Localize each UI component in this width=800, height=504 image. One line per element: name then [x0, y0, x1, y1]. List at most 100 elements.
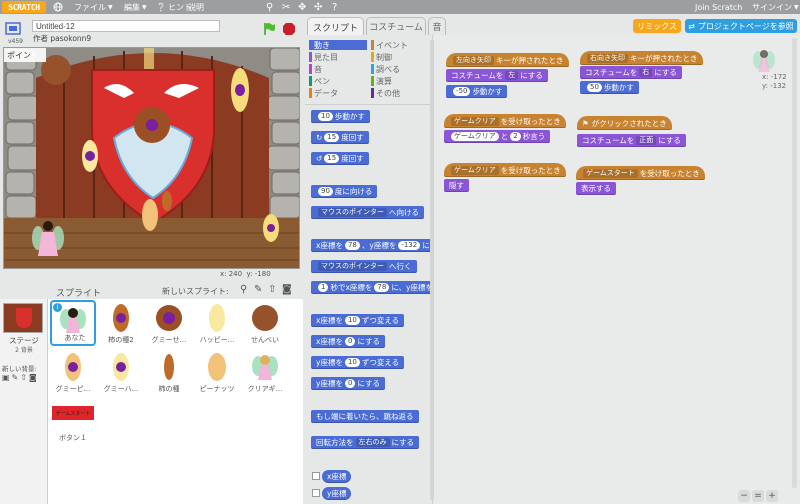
switch-costume-block[interactable]: コスチュームを左にする — [446, 69, 548, 82]
category-motion[interactable]: 動き — [309, 40, 367, 50]
glide-secs-input[interactable]: 1 — [318, 283, 329, 292]
switch-costume-block[interactable]: コスチュームを 正面 にする — [577, 134, 686, 147]
point-direction-block[interactable]: 90 度に向ける — [311, 185, 378, 198]
scripts-scrollbar[interactable] — [792, 38, 797, 488]
backdrop-tools-icons[interactable]: ▣✎⇧◙ — [2, 373, 39, 382]
stop-icon[interactable] — [282, 22, 296, 39]
sprite-tile[interactable]: グミーピ... — [50, 349, 96, 395]
glide-block[interactable]: 1 秒でx座標を 78 に、y座標を — [311, 281, 439, 294]
sprite-library-icon[interactable]: ⚲ — [240, 284, 247, 295]
when-i-receive-hat[interactable]: ゲームスタート を受け取ったとき — [576, 166, 705, 180]
rotation-style-dropdown[interactable]: 左右のみ — [355, 438, 390, 447]
sprite-tile[interactable]: グミーハ... — [98, 349, 144, 395]
when-i-receive-hat[interactable]: ゲームクリア を受け取ったとき — [444, 114, 566, 128]
x-position-checkbox[interactable] — [312, 472, 320, 480]
hide-block[interactable]: 隠す — [444, 179, 469, 192]
category-looks[interactable]: 見た目 — [309, 52, 367, 62]
when-i-receive-hat[interactable]: ゲームクリア を受け取ったとき — [444, 163, 566, 177]
category-events[interactable]: イベント — [371, 40, 429, 50]
message-dropdown[interactable]: ゲームクリア — [451, 116, 499, 126]
sprite-tile[interactable]: せんべい — [242, 300, 288, 346]
change-y-block[interactable]: y座標を 10 ずつ変える — [311, 356, 405, 369]
sprite-tile[interactable]: ゲームスタート ボタン１ — [50, 398, 96, 444]
category-data[interactable]: データ — [309, 88, 367, 98]
x-position-reporter[interactable]: x座標 — [322, 470, 352, 483]
change-y-input[interactable]: 10 — [344, 358, 360, 367]
point-towards-block[interactable]: マウスのポインター へ向ける — [311, 206, 424, 219]
paint-sprite-icon[interactable]: ✎ — [254, 284, 262, 295]
set-x-block[interactable]: x座標を 0 にする — [311, 335, 385, 348]
go-to-xy-block[interactable]: x座標を 78 、y座標を -132 に — [311, 239, 435, 252]
when-key-pressed-hat[interactable]: 右向き矢印 キーが押されたとき — [580, 51, 703, 65]
switch-costume-block[interactable]: コスチュームを右にする — [580, 66, 682, 79]
direction-input[interactable]: 90 — [318, 187, 333, 196]
signin-menu[interactable]: サインイン ▼ — [752, 0, 799, 14]
edit-menu[interactable]: 編集 ▼ — [124, 0, 147, 14]
stage[interactable]: ポイン — [3, 47, 300, 269]
zoom-out-icon[interactable]: − — [738, 490, 750, 502]
file-menu[interactable]: ファイル ▼ — [74, 0, 113, 14]
about-menu[interactable]: 説明 — [188, 0, 204, 14]
move-steps-block[interactable]: -50 歩動かす — [446, 85, 508, 98]
project-page-button[interactable]: ⇄ プロジェクトページを参照 — [685, 19, 797, 33]
sprite-tile[interactable]: ピーナッツ — [194, 349, 240, 395]
sprite-tile[interactable]: i あなた — [50, 300, 96, 346]
costume-dropdown[interactable]: 左 — [505, 71, 519, 80]
change-x-input[interactable]: 10 — [344, 316, 360, 325]
y-input[interactable]: -132 — [398, 241, 421, 250]
set-x-input[interactable]: 0 — [344, 337, 356, 346]
help-tool-icon[interactable]: ? — [332, 0, 337, 14]
sprite-tile[interactable]: 柿の種2 — [98, 300, 144, 346]
globe-icon[interactable] — [53, 0, 63, 14]
category-sound[interactable]: 音 — [309, 64, 367, 74]
category-more[interactable]: その他 — [371, 88, 429, 98]
move-steps-input[interactable]: 10 — [318, 112, 333, 121]
say-for-secs-block[interactable]: ゲームクリアと 2 秒言う — [444, 130, 551, 143]
shrink-tool-icon[interactable]: ✣ — [314, 0, 322, 14]
say-text-input[interactable]: ゲームクリア — [451, 132, 499, 141]
when-key-pressed-hat[interactable]: 左向き矢印 キーが押されたとき — [446, 53, 569, 67]
key-dropdown[interactable]: 左向き矢印 — [453, 55, 494, 65]
show-block[interactable]: 表示する — [576, 182, 616, 195]
zoom-in-icon[interactable]: + — [766, 490, 778, 502]
green-flag-icon[interactable] — [262, 22, 276, 39]
small-stage-icon[interactable] — [4, 20, 24, 38]
turn-left-block[interactable]: ↺ 15 度回す — [311, 152, 369, 165]
category-operators[interactable]: 演算 — [371, 76, 429, 86]
say-secs-input[interactable]: 2 — [510, 132, 521, 141]
project-title-input[interactable] — [32, 20, 220, 32]
sprite-tile[interactable]: クリアギ... — [242, 349, 288, 395]
rotation-style-block[interactable]: 回転方法を 左右のみ にする — [311, 436, 420, 449]
x-input[interactable]: 78 — [344, 241, 360, 250]
grow-tool-icon[interactable]: ✥ — [298, 0, 306, 14]
y-position-checkbox[interactable] — [312, 489, 320, 497]
scratch-logo[interactable]: SCRATCH — [2, 1, 46, 13]
glide-x-input[interactable]: 78 — [374, 283, 390, 292]
change-x-block[interactable]: x座標を 10 ずつ変える — [311, 314, 405, 327]
upload-sprite-icon[interactable]: ⇧ — [268, 284, 276, 295]
category-sensing[interactable]: 調べる — [371, 64, 429, 74]
move-steps-input[interactable]: 50 — [587, 83, 602, 92]
zoom-reset-icon[interactable]: = — [752, 490, 764, 502]
costume-dropdown[interactable]: 正面 — [636, 136, 657, 145]
tab-costumes[interactable]: コスチューム — [366, 17, 426, 35]
sprite-tile[interactable]: ハッピー... — [194, 300, 240, 346]
y-position-reporter[interactable]: y座標 — [322, 487, 352, 500]
sprite-tile[interactable]: 柿の種 — [146, 349, 192, 395]
category-control[interactable]: 制御 — [371, 52, 429, 62]
duplicate-tool-icon[interactable]: ⚲ — [266, 0, 273, 14]
move-steps-block[interactable]: 50 歩動かす — [580, 81, 639, 94]
delete-tool-icon[interactable]: ✂ — [282, 0, 290, 14]
key-dropdown[interactable]: 右向き矢印 — [587, 53, 628, 63]
go-to-dropdown[interactable]: マウスのポインター — [318, 262, 387, 271]
join-scratch-link[interactable]: Join Scratch — [695, 0, 742, 14]
stage-thumbnail-pane[interactable]: ステージ 2 背景 新しい背景: ▣✎⇧◙ — [0, 299, 48, 504]
bounce-block[interactable]: もし端に着いたら、跳ね返る — [311, 410, 419, 423]
move-steps-block[interactable]: 10 歩動かす — [311, 110, 370, 123]
camera-icon[interactable]: ◙ — [282, 284, 292, 295]
turn-right-input[interactable]: 15 — [324, 133, 340, 142]
move-steps-input[interactable]: -50 — [453, 87, 471, 96]
turn-left-input[interactable]: 15 — [324, 154, 340, 163]
tab-sounds[interactable]: 音 — [428, 17, 446, 35]
when-flag-clicked-hat[interactable]: ⚑ がクリックされたとき — [577, 116, 672, 130]
